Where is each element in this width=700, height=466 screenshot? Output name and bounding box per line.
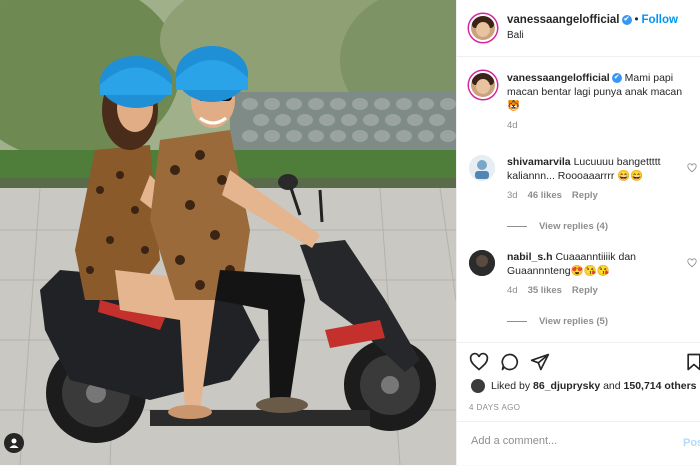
comment-like-heart-icon[interactable] [687, 258, 697, 268]
post-photo[interactable] [0, 0, 456, 465]
comment-meta: 4d 35 likes Reply [507, 284, 685, 298]
likes-summary: Liked by 86_djuprysky and 150,714 others [471, 379, 697, 393]
reply-button[interactable]: Reply [572, 190, 598, 201]
post-comment-button[interactable]: Post [683, 437, 700, 449]
post-timestamp[interactable]: 4 DAYS AGO [469, 403, 520, 412]
comment-item: shivamarvila Lucuuuu bangettttt kaliannn… [469, 155, 697, 235]
comment-meta: 3d 46 likes Reply [507, 189, 685, 203]
person-icon [9, 438, 19, 448]
reply-button[interactable]: Reply [572, 285, 598, 296]
likes-others-link[interactable]: 150,714 others [624, 380, 697, 392]
share-icon[interactable] [530, 352, 550, 372]
replies-divider-line [507, 320, 527, 322]
bookmark-icon[interactable] [684, 352, 700, 372]
verified-badge-icon: ✔ [621, 14, 632, 25]
avatar-image [469, 155, 495, 181]
post-actions: Liked by 86_djuprysky and 150,714 others… [457, 342, 700, 421]
comment-input[interactable] [469, 434, 663, 448]
separator-dot: • [634, 14, 639, 26]
replies-divider-line [507, 225, 527, 227]
comment-likes[interactable]: 46 likes [528, 190, 562, 201]
caption-item: vanessaangelofficial ✔ Mami papi macan be… [469, 71, 697, 141]
caption-username[interactable]: vanessaangelofficial [507, 72, 610, 84]
view-replies-button[interactable]: View replies (4) [507, 221, 608, 232]
heart-icon[interactable] [469, 352, 489, 372]
author-avatar[interactable] [469, 14, 497, 42]
comment-age[interactable]: 4d [507, 285, 518, 296]
comments-list[interactable]: vanessaangelofficial ✔ Mami papi macan be… [457, 57, 700, 342]
location-link[interactable]: Bali [507, 30, 524, 41]
add-comment-bar: Post [457, 421, 700, 466]
commenter-avatar[interactable] [469, 250, 495, 276]
follow-button[interactable]: Follow [642, 14, 678, 26]
post-header: vanessaangelofficial ✔ • Follow Bali [457, 0, 700, 57]
comment-like-heart-icon[interactable] [687, 163, 697, 173]
caption-meta: 4d [507, 119, 685, 133]
caption-body: vanessaangelofficial ✔ Mami papi macan be… [507, 71, 685, 133]
view-replies-label: View replies (4) [539, 221, 608, 232]
liker-avatar[interactable] [471, 379, 485, 393]
comment-likes[interactable]: 35 likes [528, 285, 562, 296]
view-replies-label: View replies (5) [539, 316, 608, 327]
post-side-panel: vanessaangelofficial ✔ • Follow Bali vaness… [456, 0, 700, 465]
likes-conj: and [603, 380, 621, 392]
comment-age[interactable]: 3d [507, 190, 518, 201]
comment-icon[interactable] [500, 352, 520, 372]
likes-prefix: Liked by [491, 380, 531, 392]
comment-body: shivamarvila Lucuuuu bangettttt kaliannn… [507, 155, 685, 203]
comment-item: nabil_s.h Cuaaanntiiiik dan Guaannnteng😍… [469, 250, 697, 330]
instagram-post: vanessaangelofficial ✔ • Follow Bali vaness… [0, 0, 700, 465]
caption-avatar[interactable] [469, 71, 497, 99]
liker-username[interactable]: 86_djuprysky [533, 380, 600, 392]
verified-badge-icon: ✔ [611, 73, 622, 84]
caption-age[interactable]: 4d [507, 120, 518, 131]
commenter-avatar[interactable] [469, 155, 495, 181]
author-line: vanessaangelofficial ✔ • Follow [507, 14, 678, 26]
comment-body: nabil_s.h Cuaaanntiiiik dan Guaannnteng😍… [507, 250, 685, 298]
comment-username[interactable]: shivamarvila [507, 156, 571, 168]
tagged-user-icon[interactable] [4, 433, 24, 453]
avatar-image [469, 250, 495, 276]
author-username[interactable]: vanessaangelofficial [507, 14, 620, 26]
scooter-couple-photo [0, 0, 456, 465]
comment-username[interactable]: nabil_s.h [507, 251, 553, 263]
view-replies-button[interactable]: View replies (5) [507, 316, 608, 327]
